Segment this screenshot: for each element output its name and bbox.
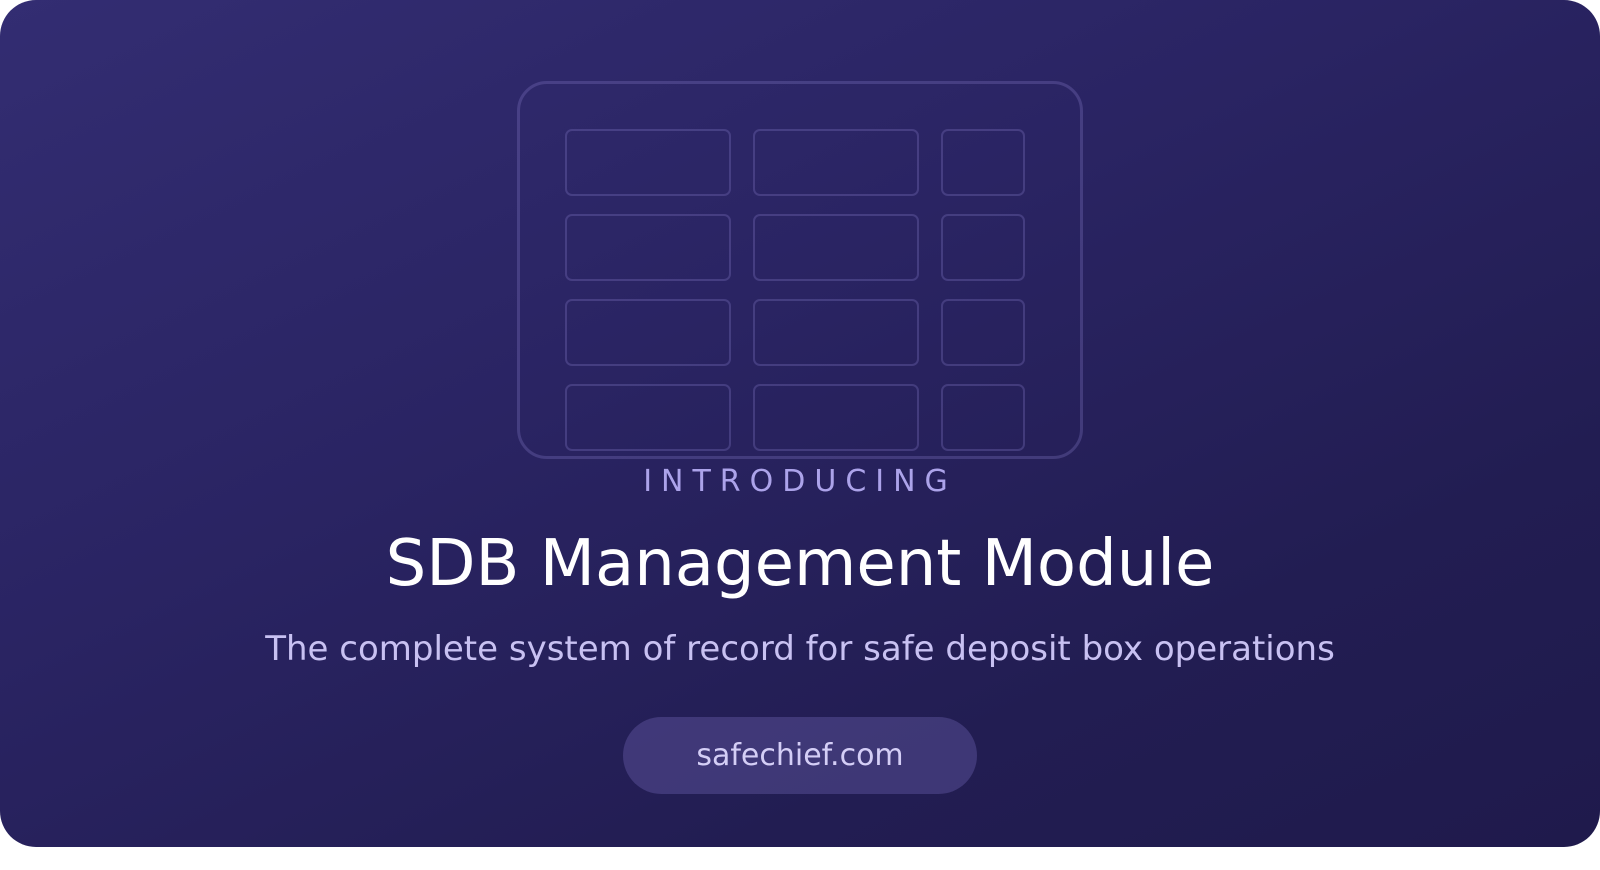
box-drawer <box>941 299 1025 366</box>
box-drawer <box>753 299 919 366</box>
eyebrow-label: INTRODUCING <box>643 464 957 499</box>
box-drawer <box>753 214 919 281</box>
box-drawer <box>565 299 731 366</box>
box-drawer <box>941 129 1025 196</box>
page-subtitle: The complete system of record for safe d… <box>265 629 1335 669</box>
box-drawer <box>565 129 731 196</box>
safe-deposit-box-grid-icon <box>517 81 1083 459</box>
box-drawer <box>565 214 731 281</box>
hero-card: INTRODUCING SDB Management Module The co… <box>0 0 1600 847</box>
website-link-button[interactable]: safechief.com <box>623 717 977 794</box>
box-drawer <box>753 384 919 451</box>
page-title: SDB Management Module <box>385 527 1215 601</box>
box-drawer <box>941 384 1025 451</box>
website-link-label: safechief.com <box>696 738 904 773</box>
box-drawer <box>753 129 919 196</box>
box-drawer <box>565 384 731 451</box>
box-drawer <box>941 214 1025 281</box>
